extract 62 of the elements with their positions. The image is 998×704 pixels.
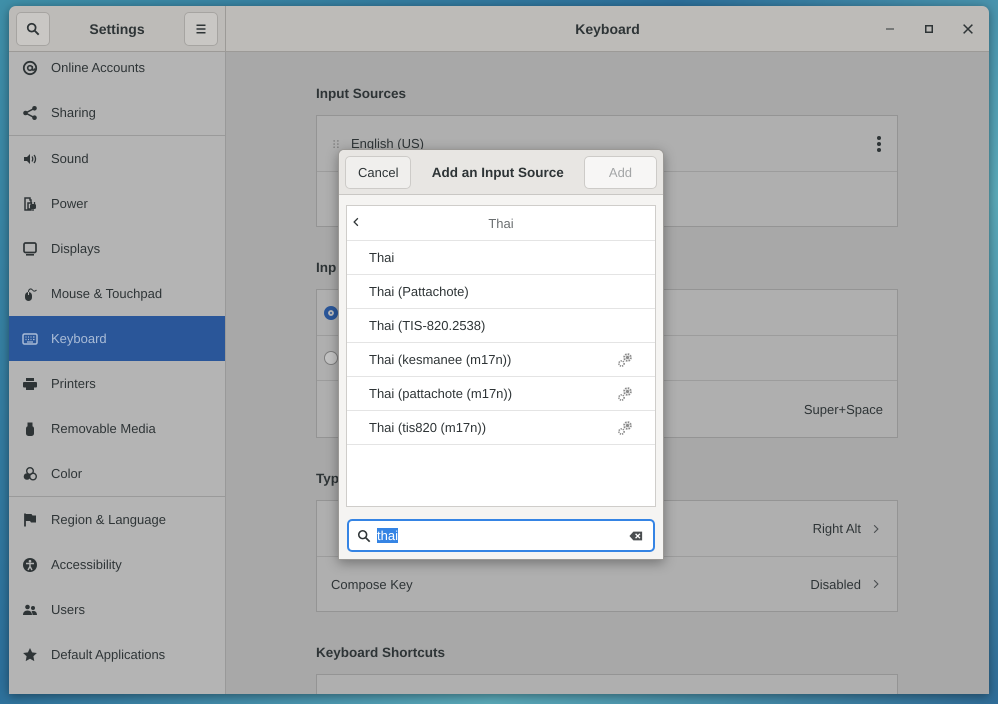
maximize-icon xyxy=(925,24,933,32)
section-heading: Inp xyxy=(316,259,338,277)
flag-icon xyxy=(22,512,38,528)
minimize-icon xyxy=(886,28,894,30)
sidebar-item[interactable]: Displays xyxy=(9,226,225,271)
sidebar-title: Settings xyxy=(89,20,145,36)
menu-button[interactable] xyxy=(184,12,218,46)
sidebar-item[interactable]: Default Applications xyxy=(9,632,225,677)
dialog-title: Add an Input Source xyxy=(432,164,564,180)
search-button[interactable] xyxy=(16,12,50,46)
cancel-button[interactable]: Cancel xyxy=(345,156,412,188)
close-icon xyxy=(963,24,973,34)
radio-button[interactable] xyxy=(324,306,338,320)
window-title: Keyboard xyxy=(575,20,640,36)
sidebar-item[interactable]: Color xyxy=(9,451,225,496)
at-sign-icon xyxy=(22,60,38,76)
sidebar-item[interactable]: Removable Media xyxy=(9,406,225,451)
input-source-label: English (US) xyxy=(351,136,424,151)
layout-item[interactable]: Thai xyxy=(347,241,655,275)
layout-item[interactable]: Thai (kesmanee (m17n)) xyxy=(347,343,655,377)
list-header-title: Thai xyxy=(488,216,514,230)
sidebar-item[interactable]: Region & Language xyxy=(9,497,225,542)
layout-item[interactable]: Thai (TIS-820.2538) xyxy=(347,309,655,343)
sidebar-item[interactable]: Users xyxy=(9,587,225,632)
search-field[interactable]: thai xyxy=(347,519,655,552)
accessibility-icon xyxy=(22,556,38,572)
sidebar-item[interactable]: Printers xyxy=(9,361,225,406)
row-value: Super+Space xyxy=(804,402,883,416)
sidebar-item[interactable]: Accessibility xyxy=(9,542,225,587)
chevron-right-icon xyxy=(871,577,881,591)
more-button[interactable] xyxy=(875,134,883,154)
monitor-icon xyxy=(22,240,38,256)
search-icon xyxy=(26,22,40,36)
layout-item[interactable]: Thai (tis820 (m17n)) xyxy=(347,411,655,445)
color-circles-icon xyxy=(22,466,38,482)
sidebar-item[interactable]: Power xyxy=(9,181,225,226)
mouse-icon xyxy=(22,286,38,302)
section-heading: Typ xyxy=(316,470,340,488)
layout-item[interactable]: Thai (pattachote (m17n)) xyxy=(347,377,655,411)
keyboard-icon xyxy=(22,330,38,346)
clear-button[interactable] xyxy=(627,528,645,542)
star-icon xyxy=(22,646,38,662)
backspace-icon xyxy=(627,528,645,542)
row-label: Compose Key xyxy=(331,576,413,592)
radio-button[interactable] xyxy=(324,351,338,365)
search-icon xyxy=(357,528,371,542)
row-value: Disabled xyxy=(810,576,861,592)
share-icon xyxy=(22,104,38,120)
users-icon xyxy=(22,602,38,618)
sidebar-item[interactable]: Sound xyxy=(9,136,225,181)
sidebar-item[interactable]: Sharing xyxy=(9,90,225,135)
vertical-dots-icon xyxy=(877,136,881,152)
sidebar-item[interactable]: Keyboard xyxy=(9,316,225,361)
sidebar-item[interactable]: Online Accounts xyxy=(9,52,225,90)
layout-item[interactable]: Thai (Pattachote) xyxy=(347,275,655,309)
section-heading: Keyboard Shortcuts xyxy=(316,644,446,662)
row-value: Right Alt xyxy=(812,521,861,536)
battery-plug-icon xyxy=(22,196,38,212)
section-heading: Input Sources xyxy=(316,85,408,103)
menu-icon xyxy=(194,22,207,34)
sidebar-item[interactable]: Mouse & Touchpad xyxy=(9,271,225,316)
printer-icon xyxy=(22,376,38,392)
